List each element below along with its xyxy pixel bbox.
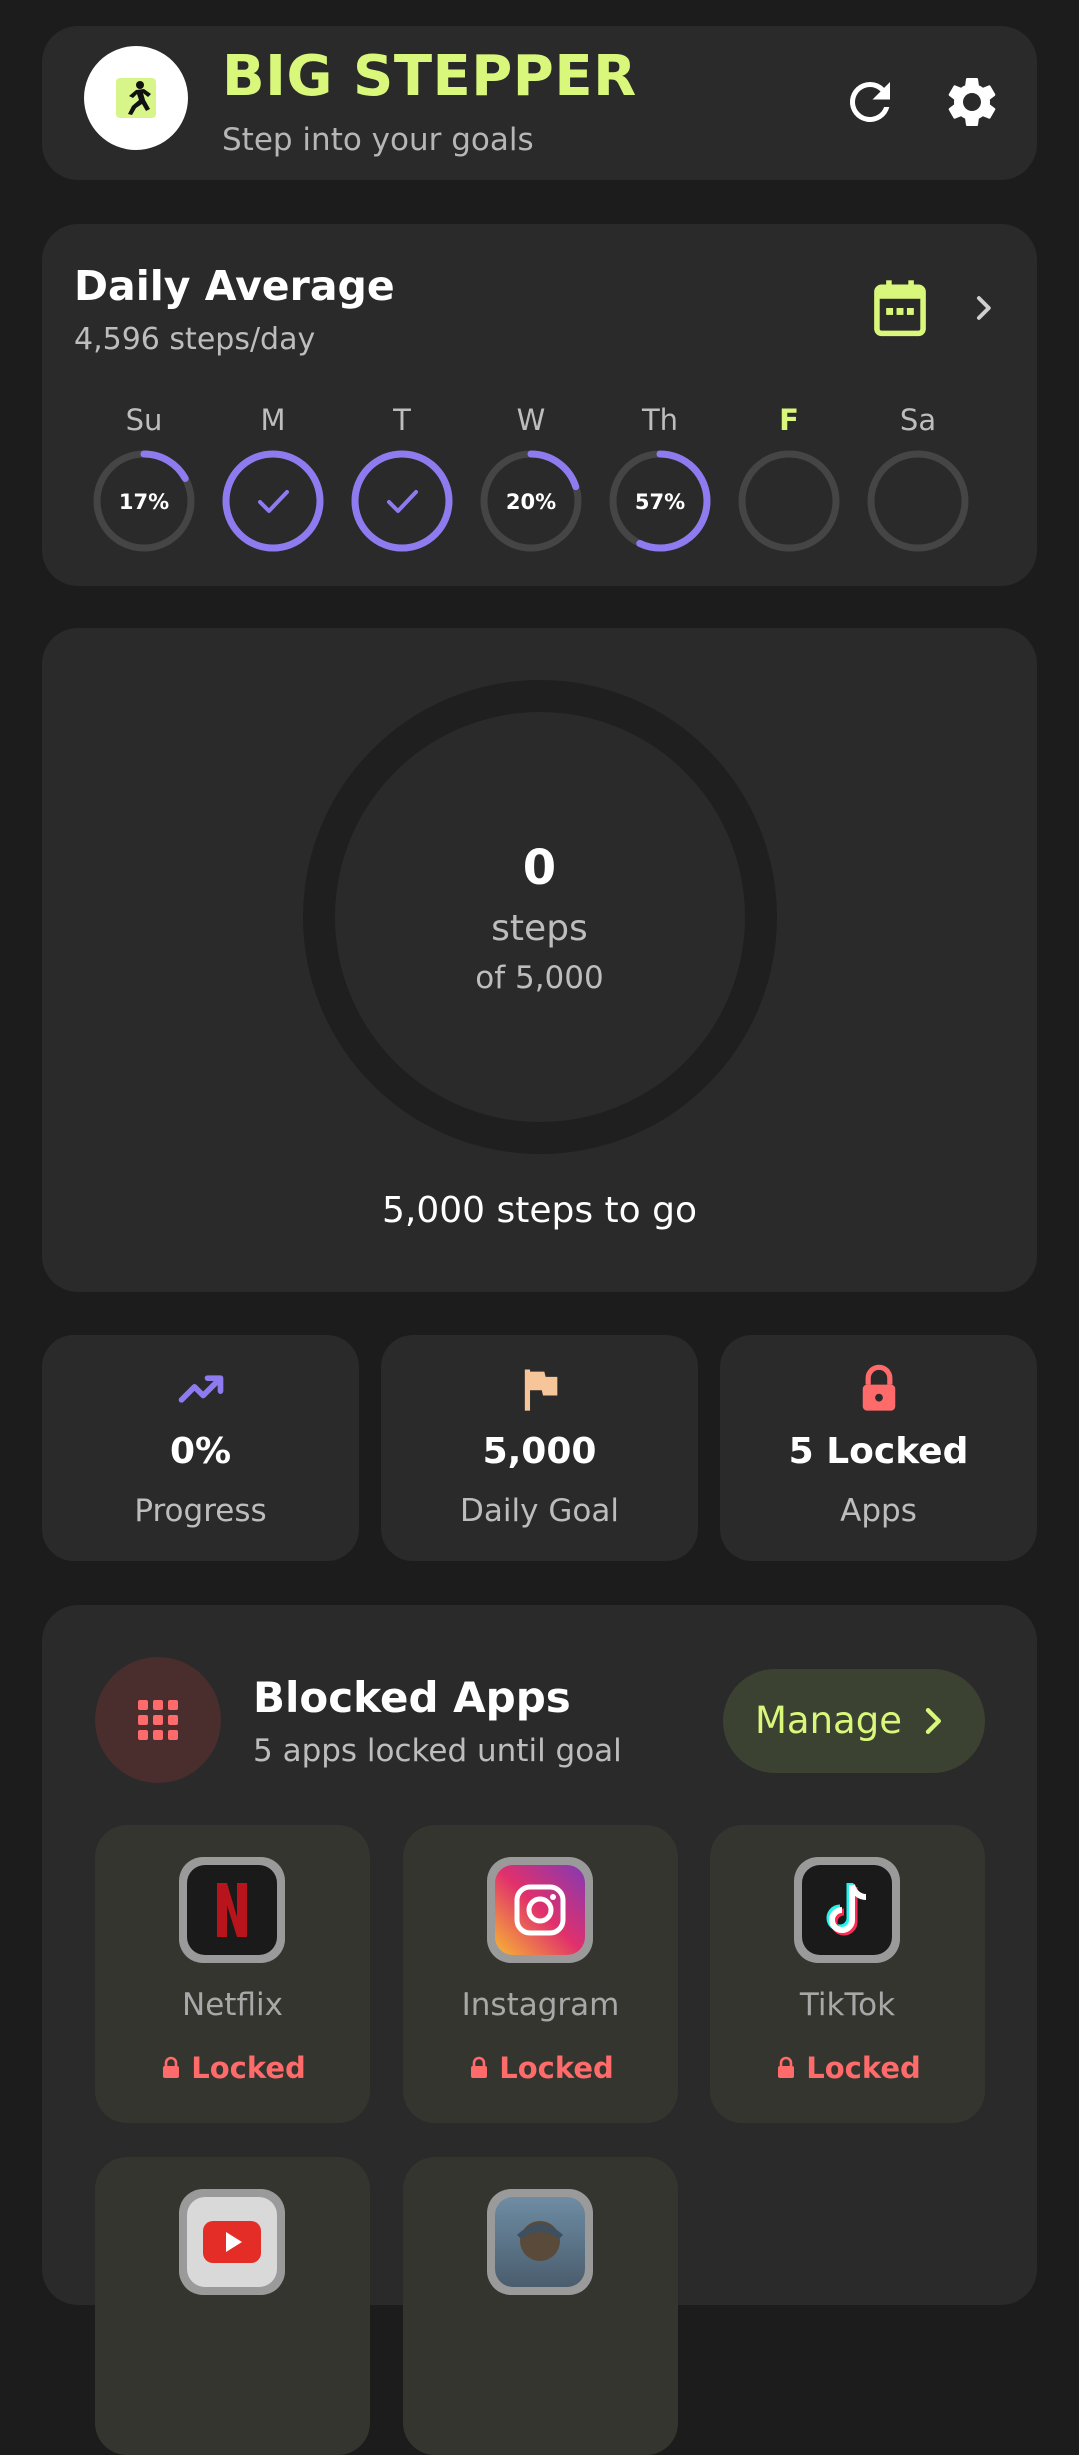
day-progress-ring (351, 450, 453, 552)
lock-icon (778, 2056, 795, 2078)
day-label: Sa (899, 403, 937, 437)
daily-average-title: Daily Average (74, 262, 395, 310)
steps-count: 0 (522, 840, 557, 896)
stat-progress: 0% Progress (42, 1335, 359, 1561)
ring-fill (222, 450, 324, 552)
steps-progress-card: 0 steps of 5,000 5,000 steps to go (42, 628, 1037, 1292)
daily-average-card[interactable]: Daily Average 4,596 steps/day Su 17% M T W 20… (42, 224, 1037, 586)
daily-average-value: 4,596 steps/day (74, 322, 316, 357)
day-progress-ring (222, 450, 324, 552)
steps-goal: of 5,000 (475, 960, 604, 996)
day-progress-ring (867, 450, 969, 552)
calendar-icon[interactable] (872, 278, 928, 342)
ring-fill (351, 450, 453, 552)
header-card: BIG STEPPER Step into your goals (42, 26, 1037, 180)
runner-icon (116, 78, 156, 118)
day-0[interactable]: Su 17% (89, 400, 199, 556)
app-tile-netflix[interactable]: Netflix Locked (95, 1825, 370, 2123)
stat-label: Daily Goal (460, 1493, 619, 1529)
lock-icon (163, 2056, 180, 2078)
app-tile-tiktok[interactable]: TikTok Locked (710, 1825, 985, 2123)
app-title: BIG STEPPER (222, 44, 637, 109)
stat-daily-goal: 5,000 Daily Goal (381, 1335, 698, 1561)
manage-button-label: Manage (755, 1699, 902, 1742)
ring-track (738, 450, 840, 552)
app-name: TikTok (799, 1987, 896, 2023)
steps-remaining: 5,000 steps to go (381, 1190, 698, 1231)
stat-locked-apps: 5 Locked Apps (720, 1335, 1037, 1561)
day-progress-ring: 57% (609, 450, 711, 552)
day-label: Su (125, 403, 163, 437)
stat-value: 5 Locked (788, 1431, 969, 1472)
app-locked-status: Locked (95, 2051, 370, 2085)
check-icon (387, 490, 418, 513)
instagram-icon (487, 1857, 593, 1963)
lock-icon (720, 1363, 1037, 1417)
day-percent: 17% (119, 490, 169, 514)
day-label: W (516, 403, 546, 437)
day-percent: 57% (635, 490, 685, 514)
stat-value: 5,000 (482, 1431, 597, 1472)
app-logo (84, 46, 188, 150)
app-name: Instagram (461, 1987, 620, 2023)
app-tile-youtube[interactable] (95, 2157, 370, 2455)
app-tile-game[interactable] (403, 2157, 678, 2455)
app-locked-status: Locked (403, 2051, 678, 2085)
day-progress-ring (738, 450, 840, 552)
youtube-icon (179, 2189, 285, 2295)
check-icon (258, 490, 289, 513)
day-3[interactable]: W 20% (476, 400, 586, 556)
game-app-icon (487, 2189, 593, 2295)
day-label: M (260, 403, 286, 437)
day-label: T (393, 403, 411, 437)
chevron-right-icon (913, 1699, 953, 1747)
day-2[interactable]: T (347, 400, 457, 556)
blocked-apps-card: Blocked Apps 5 apps locked until goal Ma… (42, 1605, 1037, 2455)
apps-grid-icon (95, 1657, 221, 1783)
steps-unit: steps (491, 908, 588, 949)
day-progress-ring: 17% (93, 450, 195, 552)
day-6[interactable]: Sa (863, 400, 973, 556)
refresh-icon[interactable] (840, 72, 900, 132)
gear-icon[interactable] (942, 72, 1002, 132)
day-4[interactable]: Th 57% (605, 400, 715, 556)
day-label: F (779, 403, 799, 437)
flag-icon (381, 1363, 698, 1417)
day-label: Th (641, 403, 679, 437)
stat-label: Progress (134, 1493, 267, 1529)
netflix-icon (179, 1857, 285, 1963)
day-progress-ring: 20% (480, 450, 582, 552)
ring-track (867, 450, 969, 552)
app-locked-status: Locked (710, 2051, 985, 2085)
day-5[interactable]: F (734, 400, 844, 556)
blocked-apps-title: Blocked Apps (253, 1673, 571, 1722)
lock-icon (471, 2056, 488, 2078)
manage-button[interactable]: Manage (723, 1669, 985, 1773)
tiktok-icon (794, 1857, 900, 1963)
app-subtitle: Step into your goals (222, 122, 534, 158)
app-tile-instagram[interactable]: Instagram Locked (403, 1825, 678, 2123)
day-percent: 20% (506, 490, 556, 514)
trending-up-icon (42, 1363, 359, 1417)
chevron-right-icon[interactable] (966, 288, 1002, 332)
blocked-apps-subtitle: 5 apps locked until goal (253, 1733, 622, 1769)
app-name: Netflix (182, 1987, 283, 2023)
stat-value: 0% (169, 1431, 232, 1472)
day-1[interactable]: M (218, 400, 328, 556)
stat-label: Apps (840, 1493, 917, 1529)
